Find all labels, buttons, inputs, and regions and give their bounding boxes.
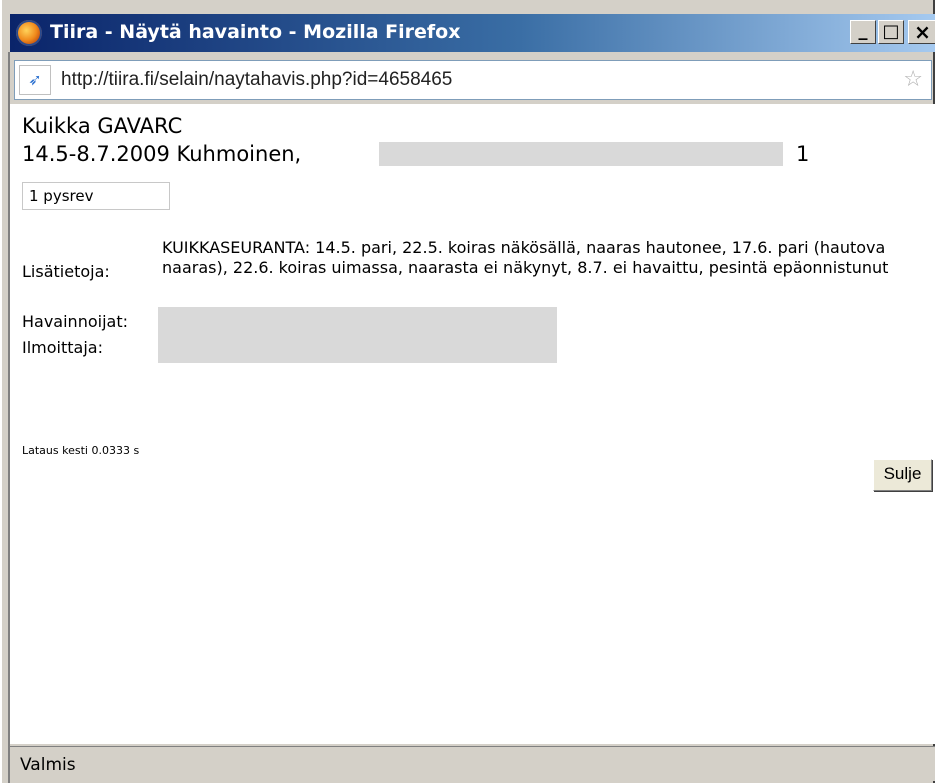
page-content: Kuikka GAVARC 14.5-8.7.2009 Kuhmoinen, 1…: [10, 104, 935, 744]
close-window-button[interactable]: ×: [908, 20, 935, 44]
maximize-button[interactable]: □: [878, 20, 904, 44]
site-favicon-icon: ➶: [19, 65, 51, 95]
status-bar: Valmis: [10, 746, 935, 781]
load-time: Lataus kesti 0.0333 s: [22, 444, 140, 457]
minimize-icon: _: [858, 20, 868, 41]
age-status-cell: 1 pysrev: [22, 182, 170, 210]
close-button[interactable]: Sulje: [873, 459, 932, 491]
species-title: Kuikka GAVARC: [22, 114, 183, 138]
status-text: Valmis: [20, 755, 76, 775]
info-label: Lisätietoja:: [22, 262, 110, 281]
minimize-button[interactable]: _: [850, 20, 876, 44]
info-text: KUIKKASEURANTA: 14.5. pari, 22.5. koiras…: [162, 238, 889, 277]
maximize-icon: □: [882, 21, 900, 42]
reporter-label: Ilmoittaja:: [22, 338, 103, 357]
address-bar[interactable]: ➶ http://tiira.fi/selain/naytahavis.php?…: [14, 60, 932, 100]
window-title: Tiira - Näytä havainto - Mozilla Firefox: [50, 21, 461, 43]
observation-count: 1: [796, 142, 810, 166]
firefox-icon: [16, 20, 42, 46]
url-text[interactable]: http://tiira.fi/selain/naytahavis.php?id…: [61, 69, 452, 91]
title-bar[interactable]: Tiira - Näytä havainto - Mozilla Firefox…: [10, 14, 935, 52]
redacted-location: [379, 142, 783, 166]
close-icon: ×: [914, 20, 931, 44]
observers-label: Havainnoijat:: [22, 312, 128, 331]
browser-window: Tiira - Näytä havainto - Mozilla Firefox…: [0, 0, 935, 783]
date-place: 14.5-8.7.2009 Kuhmoinen,: [22, 142, 302, 166]
redacted-names: [158, 307, 557, 363]
bookmark-star-icon[interactable]: ☆: [903, 67, 923, 92]
